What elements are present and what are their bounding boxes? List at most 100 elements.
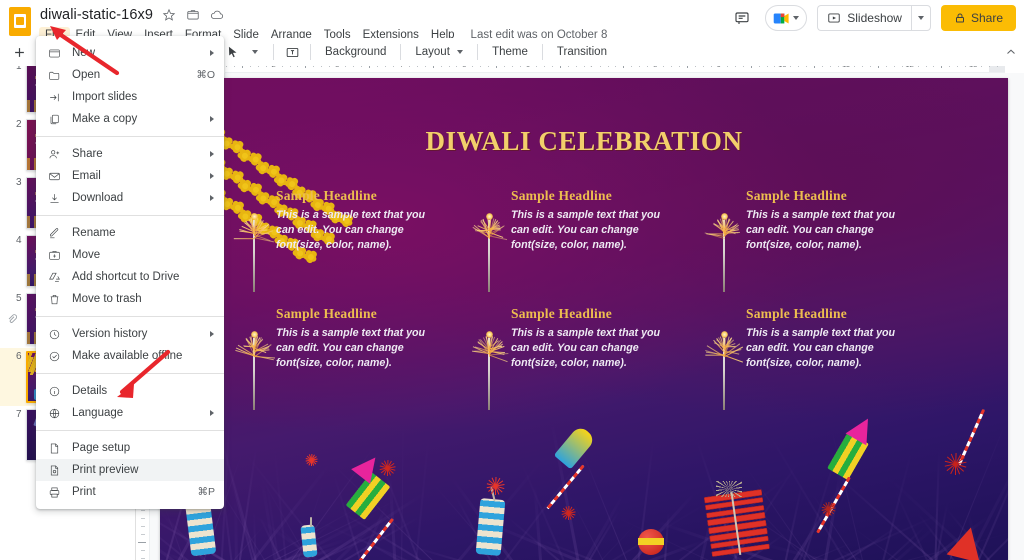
menu-item-label: Import slides — [72, 91, 137, 103]
info-icon — [46, 383, 62, 399]
cell-headline[interactable]: Sample Headline — [276, 306, 463, 322]
document-title[interactable]: diwali-static-16x9 — [40, 7, 153, 23]
file-menu-item-open[interactable]: Open ⌘O — [36, 64, 224, 86]
slide-title[interactable]: DIWALI CELEBRATION — [160, 126, 1008, 157]
cracker-spark — [820, 501, 836, 517]
google-slides-logo[interactable] — [9, 7, 31, 36]
rocket-stick — [357, 518, 394, 560]
menu-divider — [36, 136, 224, 137]
page-setup-icon — [46, 440, 62, 456]
ruler-tick — [141, 550, 145, 551]
content-cell[interactable]: Sample Headline This is a sample text th… — [228, 188, 463, 306]
current-slide[interactable]: DIWALI CELEBRATION Sample Headline This … — [160, 78, 1008, 560]
slideshow-button[interactable]: Slideshow — [817, 5, 911, 31]
chevron-down-icon — [793, 16, 799, 20]
chevron-right-icon — [210, 151, 214, 157]
share-label: Share — [971, 11, 1003, 25]
lock-icon — [954, 12, 966, 24]
sparkler-icon — [710, 194, 738, 294]
cell-headline[interactable]: Sample Headline — [746, 306, 933, 322]
add-slide-icon[interactable] — [8, 41, 30, 63]
file-menu-item-rename[interactable]: Rename — [36, 222, 224, 244]
content-cell[interactable]: Sample Headline This is a sample text th… — [463, 188, 698, 306]
cursor-options-icon[interactable] — [244, 41, 266, 63]
move-to-folder-icon[interactable] — [185, 7, 201, 23]
file-menu-item-email[interactable]: Email — [36, 165, 224, 187]
import-icon — [46, 89, 62, 105]
cell-body[interactable]: This is a sample text that you can edit.… — [276, 326, 428, 371]
cell-body[interactable]: This is a sample text that you can edit.… — [276, 208, 428, 253]
menu-item-label: Open — [72, 69, 100, 81]
slide-number: 4 — [16, 235, 22, 246]
download-icon — [46, 190, 62, 206]
cell-body[interactable]: This is a sample text that you can edit.… — [746, 326, 898, 371]
cursor-icon[interactable] — [222, 41, 244, 63]
share-button[interactable]: Share — [941, 5, 1016, 31]
content-cell[interactable]: Sample Headline This is a sample text th… — [228, 306, 463, 424]
sparkler-core — [251, 331, 258, 338]
star-icon[interactable] — [161, 7, 177, 23]
file-menu-item-new[interactable]: New — [36, 42, 224, 64]
person-add-icon — [46, 146, 62, 162]
sparkler-core — [486, 213, 493, 220]
chevron-right-icon — [210, 410, 214, 416]
menu-item-label: Email — [72, 170, 101, 182]
textbox-icon[interactable] — [281, 41, 303, 63]
content-cell[interactable]: Sample Headline This is a sample text th… — [463, 306, 698, 424]
file-menu-item-print[interactable]: Print ⌘P — [36, 481, 224, 503]
slide-number: 3 — [16, 177, 22, 188]
background-button[interactable]: Background — [318, 43, 393, 61]
slides-editor-window: diwali-static-16x9 File Edit View Insert… — [0, 0, 1024, 560]
slideshow-options-button[interactable] — [911, 5, 931, 31]
file-menu-item-add-shortcut-to-drive[interactable]: Add shortcut to Drive — [36, 266, 224, 288]
cell-headline[interactable]: Sample Headline — [511, 306, 698, 322]
firecracker-decorations — [160, 413, 1008, 560]
copy-icon — [46, 111, 62, 127]
menu-item-label: Make a copy — [72, 113, 137, 125]
file-menu-item-make-available-offline[interactable]: Make available offline — [36, 345, 224, 367]
file-menu-item-make-a-copy[interactable]: Make a copy — [36, 108, 224, 130]
slide-canvas-area[interactable]: DIWALI CELEBRATION Sample Headline This … — [150, 73, 1024, 560]
firecracker-tube — [300, 524, 317, 557]
file-menu-item-details[interactable]: Details — [36, 380, 224, 402]
file-menu-item-import-slides[interactable]: Import slides — [36, 86, 224, 108]
cell-headline[interactable]: Sample Headline — [746, 188, 933, 204]
cell-headline[interactable]: Sample Headline — [511, 188, 698, 204]
cell-headline[interactable]: Sample Headline — [276, 188, 463, 204]
file-menu-item-print-preview[interactable]: Print preview — [36, 459, 224, 481]
file-menu-item-move-to-trash[interactable]: Move to trash — [36, 288, 224, 310]
cracker-spark — [304, 453, 318, 467]
comment-history-icon[interactable] — [729, 5, 755, 31]
google-meet-icon — [773, 12, 790, 25]
comment-clip-icon[interactable] — [6, 312, 18, 324]
content-cell[interactable]: Sample Headline This is a sample text th… — [698, 306, 933, 424]
theme-button[interactable]: Theme — [485, 43, 535, 61]
toolbar-divider — [542, 44, 543, 60]
top-right-actions: Slideshow Share — [729, 5, 1016, 31]
content-cell[interactable]: Sample Headline This is a sample text th… — [698, 188, 933, 306]
rocket-stick — [546, 465, 584, 510]
cell-body[interactable]: This is a sample text that you can edit.… — [511, 326, 663, 371]
menu-item-label: Move — [72, 249, 100, 261]
cell-body[interactable]: This is a sample text that you can edit.… — [746, 208, 898, 253]
firecracker-bundle — [704, 489, 770, 558]
file-menu-item-version-history[interactable]: Version history — [36, 323, 224, 345]
present-icon — [827, 11, 841, 25]
file-menu-item-move[interactable]: Move — [36, 244, 224, 266]
menu-item-shortcut: ⌘O — [196, 69, 215, 81]
cloud-saved-icon[interactable] — [209, 7, 225, 23]
cell-body[interactable]: This is a sample text that you can edit.… — [511, 208, 663, 253]
layout-button[interactable]: Layout — [408, 43, 470, 61]
file-menu-item-page-setup[interactable]: Page setup — [36, 437, 224, 459]
menu-item-label: Rename — [72, 227, 115, 239]
file-menu-item-language[interactable]: Language — [36, 402, 224, 424]
file-menu-dropdown[interactable]: New Open ⌘O Import slides Make a copy Share Em… — [36, 36, 224, 509]
chevron-up-icon[interactable] — [998, 39, 1024, 65]
toolbar-divider — [477, 44, 478, 60]
toolbar-right-group: Background Layout Theme Transition — [222, 38, 614, 66]
menu-item-label: Make available offline — [72, 350, 182, 362]
transition-button[interactable]: Transition — [550, 43, 614, 61]
file-menu-item-download[interactable]: Download — [36, 187, 224, 209]
google-meet-button[interactable] — [765, 5, 807, 31]
file-menu-item-share[interactable]: Share — [36, 143, 224, 165]
